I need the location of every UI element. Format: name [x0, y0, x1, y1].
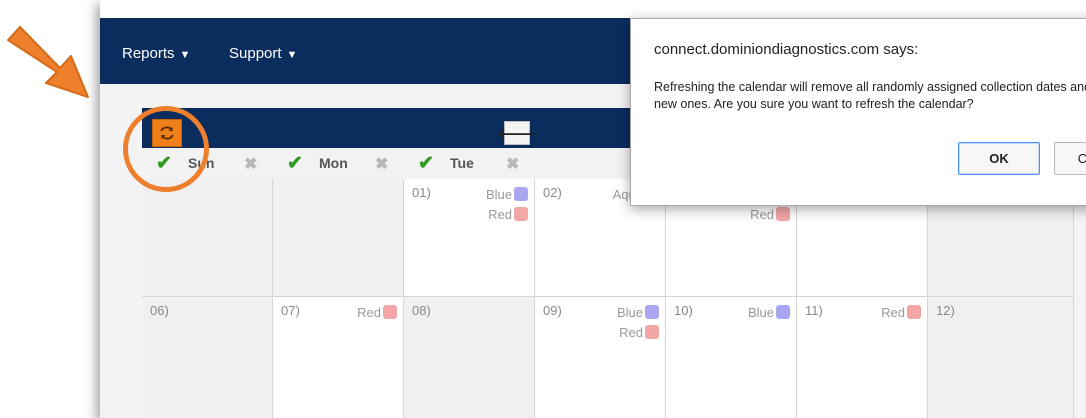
weekday-name: Sun	[188, 155, 215, 171]
nav-reports-dropdown[interactable]: Reports ▼	[122, 45, 190, 62]
day-number: 07)	[281, 303, 300, 318]
weekday-header-tue: ✔ Tue ✖	[404, 148, 535, 179]
collection-tags: Blue	[748, 302, 790, 322]
day-number: 10)	[674, 303, 693, 318]
annotation-arrow	[7, 26, 89, 98]
calendar-day-cell[interactable]	[273, 179, 404, 297]
arrow-left-icon: 🡐	[496, 125, 538, 143]
collection-tag: Red	[617, 322, 659, 342]
collection-tag-label: Blue	[747, 304, 774, 320]
collection-tag-label: Red	[488, 206, 512, 222]
day-number: 09)	[543, 303, 562, 318]
weekday-header-mon: ✔ Mon ✖	[273, 148, 404, 179]
caret-down-icon: ▼	[179, 49, 191, 61]
collection-tags: Red	[881, 302, 921, 322]
color-swatch	[776, 207, 790, 221]
calendar-day-cell[interactable]: 09) Blue Red	[535, 297, 666, 418]
collection-tag: Red	[748, 204, 790, 224]
x-icon[interactable]: ✖	[375, 154, 388, 174]
color-swatch	[776, 305, 790, 319]
previous-month-button[interactable]: 🡐	[497, 121, 537, 145]
collection-tag: Blue	[617, 302, 659, 322]
collection-tag-label: Red	[881, 304, 905, 320]
collection-tag: Red	[357, 302, 397, 322]
collection-tag-label: Red	[750, 206, 774, 222]
calendar-day-cell[interactable]: 07) Red	[273, 297, 404, 418]
x-icon[interactable]: ✖	[244, 154, 257, 174]
refresh-calendar-button[interactable]	[152, 119, 182, 147]
color-swatch	[514, 187, 528, 201]
caret-down-icon: ▼	[286, 49, 298, 61]
nav-support-dropdown[interactable]: Support ▼	[229, 45, 297, 62]
day-number: 02)	[543, 185, 562, 200]
color-swatch	[907, 305, 921, 319]
confirm-dialog: connect.dominiondiagnostics.com says: × …	[630, 18, 1086, 206]
dialog-title: connect.dominiondiagnostics.com says:	[654, 41, 919, 58]
top-strip	[100, 0, 1086, 18]
nav-support-label: Support	[229, 45, 282, 62]
calendar-day-cell[interactable]	[142, 179, 273, 297]
collection-tag: Blue	[486, 184, 528, 204]
day-number: 06)	[150, 303, 169, 318]
weekday-name: Mon	[319, 155, 348, 171]
calendar-day-cell[interactable]: 12)	[928, 297, 1074, 418]
cancel-button[interactable]: Cancel	[1054, 142, 1086, 175]
collection-tag: Red	[881, 302, 921, 322]
day-number: 01)	[412, 185, 431, 200]
calendar-day-cell[interactable]: 10) Blue	[666, 297, 797, 418]
day-number: 11)	[805, 303, 823, 318]
collection-tag: Red	[486, 204, 528, 224]
calendar-day-cell[interactable]: 08)	[404, 297, 535, 418]
check-icon[interactable]: ✔	[418, 152, 434, 175]
ok-button[interactable]: OK	[958, 142, 1040, 175]
collection-tag-label: Red	[619, 324, 643, 340]
weekday-header-sun: ✔ Sun ✖	[142, 148, 273, 179]
check-icon[interactable]: ✔	[156, 152, 172, 175]
collection-tag: Blue	[748, 302, 790, 322]
color-swatch	[645, 325, 659, 339]
check-icon[interactable]: ✔	[287, 152, 303, 175]
calendar-day-cell[interactable]: 11) Red	[797, 297, 928, 418]
weekday-name: Tue	[450, 155, 474, 171]
collection-tag-label: Blue	[485, 186, 512, 202]
calendar-day-cell[interactable]: 01) Blue Red	[404, 179, 535, 297]
refresh-icon	[160, 126, 174, 140]
day-number: 08)	[412, 303, 431, 318]
day-number: 12)	[936, 303, 955, 318]
x-icon[interactable]: ✖	[506, 154, 519, 174]
calendar-day-cell[interactable]: 06)	[142, 297, 273, 418]
color-swatch	[383, 305, 397, 319]
collection-tags: Blue Red	[486, 184, 528, 224]
app-window: Reports ▼ Support ▼ 🡐 ✔ Sun ✖ ✔ Mon ✖ ✔ …	[100, 0, 1086, 418]
collection-tags: Blue Red	[617, 302, 659, 342]
dialog-message: Refreshing the calendar will remove all …	[654, 80, 1086, 111]
nav-reports-label: Reports	[122, 45, 175, 62]
collection-tags: Red	[357, 302, 397, 322]
color-swatch	[645, 305, 659, 319]
color-swatch	[514, 207, 528, 221]
collection-tag-label: Red	[357, 304, 381, 320]
collection-tag-label: Blue	[616, 304, 643, 320]
